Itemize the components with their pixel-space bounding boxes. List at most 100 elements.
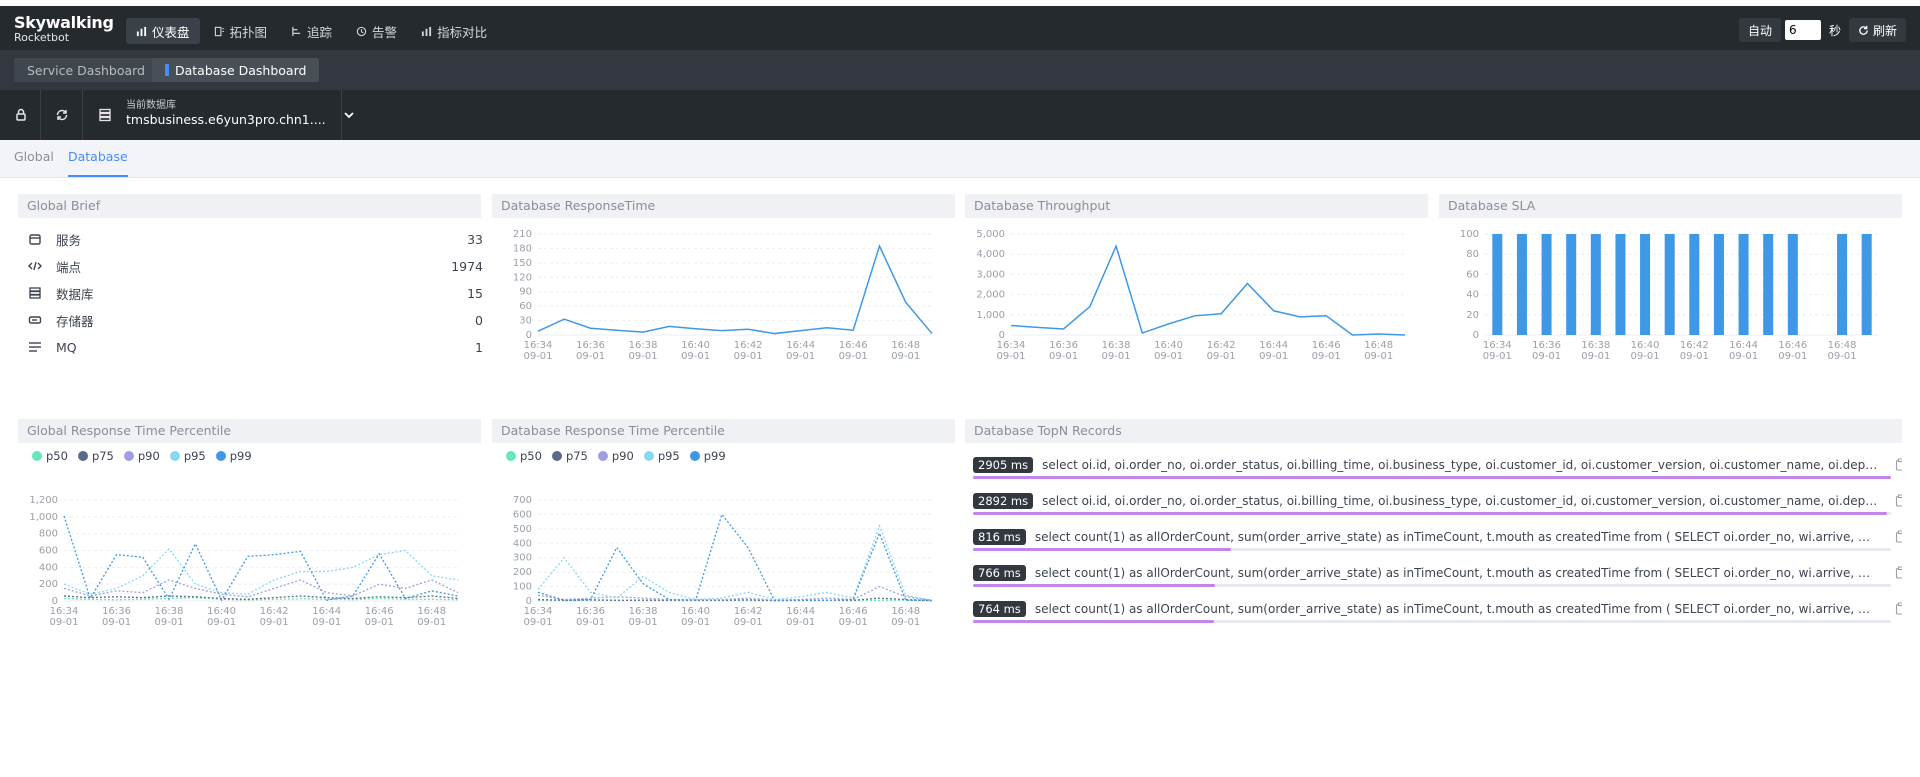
x-tick-date: 09-01 [1631, 351, 1660, 362]
x-tick-date: 09-01 [1207, 351, 1236, 362]
x-tick-date: 09-01 [576, 617, 605, 628]
x-tick-date: 09-01 [1154, 351, 1183, 362]
db-percentile-chart: 010020030040050060070016:3409-0116:3609-… [513, 495, 933, 628]
x-tick-date: 09-01 [1102, 351, 1131, 362]
x-tick-date: 09-01 [576, 351, 605, 362]
divider [40, 90, 41, 140]
topn-progress-bar [973, 476, 1891, 479]
copy-icon[interactable] [1895, 602, 1902, 615]
topn-duration-badge: 2892 ms [973, 493, 1034, 509]
tab-database[interactable]: Database [68, 149, 128, 177]
x-tick-label: 16:42 [1207, 340, 1236, 351]
x-tick-label: 16:40 [1631, 340, 1660, 351]
x-tick-date: 09-01 [207, 617, 236, 628]
topn-progress-bar [973, 548, 1891, 551]
y-tick-label: 600 [39, 546, 58, 557]
x-tick-date: 09-01 [1259, 351, 1288, 362]
service-icon [29, 234, 41, 245]
sla-bar [1590, 234, 1601, 335]
x-tick-label: 16:36 [1049, 340, 1078, 351]
x-tick-date: 09-01 [1483, 351, 1512, 362]
copy-icon[interactable] [1895, 566, 1902, 579]
refresh-controls: 自动 秒 刷新 [1738, 18, 1906, 42]
sla-bar [1615, 234, 1626, 335]
x-tick-label: 16:38 [1102, 340, 1131, 351]
x-tick-label: 16:46 [1778, 340, 1807, 351]
interval-input[interactable] [1784, 20, 1821, 40]
lock-icon[interactable] [13, 107, 29, 123]
sla-bar [1689, 234, 1700, 335]
x-tick-label: 16:36 [576, 340, 605, 351]
sla-bar [1713, 234, 1724, 335]
topn-record[interactable]: 2905 ms select oi.id, oi.order_no, oi.ord… [973, 457, 1902, 483]
current-db-label: 当前数据库 [126, 100, 176, 111]
y-tick-label: 600 [513, 509, 532, 520]
database-icon [29, 287, 41, 299]
database-icon [99, 108, 111, 122]
y-tick-label: 1,000 [976, 310, 1005, 321]
y-tick-label: 60 [1466, 269, 1479, 280]
widget-db-topn: Database TopN Records 2905 ms select oi.i… [965, 419, 1902, 641]
topn-statement: select count(1) as allOrderCount, sum(or… [1034, 602, 1878, 616]
y-tick-label: 400 [39, 562, 58, 573]
series-line-p95 [537, 524, 933, 601]
nav-dashboard[interactable]: 仪表盘 [126, 18, 200, 44]
alarm-icon [356, 26, 367, 36]
series-line-p99 [537, 513, 932, 601]
tab-service-dashboard[interactable]: Service Dashboard [14, 58, 158, 82]
tab-label: Database Dashboard [175, 62, 307, 78]
topn-record[interactable]: 766 ms select count(1) as allOrderCount, … [973, 565, 1902, 591]
topn-duration-badge: 766 ms [973, 565, 1026, 581]
auto-refresh-toggle[interactable]: 自动 [1738, 18, 1781, 42]
tab-global[interactable]: Global [14, 149, 54, 177]
chevron-down-icon [344, 112, 354, 119]
brief-count: 0 [475, 312, 483, 328]
brief-label: 端点 [56, 259, 82, 275]
brief-label: 存储器 [56, 313, 94, 329]
database-selector[interactable]: 当前数据库 tmsbusiness.e6yun3pro.chn1.... [126, 100, 366, 130]
main-nav: 仪表盘 拓扑图 追踪 告警 指标对比 [126, 18, 497, 44]
widget-title: Database SLA [1439, 194, 1902, 218]
compare-icon [421, 26, 432, 36]
x-tick-date: 09-01 [734, 617, 763, 628]
brief-label: MQ [56, 339, 77, 355]
widget-title: Global Response Time Percentile [18, 419, 481, 443]
x-tick-label: 16:40 [681, 340, 710, 351]
y-tick-label: 700 [513, 495, 532, 506]
nav-compare[interactable]: 指标对比 [411, 18, 497, 44]
copy-icon[interactable] [1895, 530, 1902, 543]
x-tick-date: 09-01 [523, 617, 552, 628]
x-tick-date: 09-01 [734, 351, 763, 362]
y-tick-label: 800 [39, 529, 58, 540]
reload-icon[interactable] [54, 107, 70, 123]
widget-db-throughput: Database Throughput 0 1,000 2,000 3,000 4,00… [965, 194, 1428, 408]
y-tick-label: 4,000 [976, 249, 1005, 260]
sla-bar [1763, 234, 1774, 335]
topn-record[interactable]: 816 ms select count(1) as allOrderCount, … [973, 529, 1902, 555]
db-sla-chart: 02040608010016:3409-0116:3609-0116:3809-… [1460, 229, 1879, 362]
topn-statement: select count(1) as allOrderCount, sum(or… [1034, 566, 1878, 580]
x-tick-date: 09-01 [102, 617, 131, 628]
x-tick-date: 09-01 [839, 351, 868, 362]
brief-label: 数据库 [56, 286, 94, 302]
current-db-value: tmsbusiness.e6yun3pro.chn1.... [126, 112, 326, 127]
x-tick-label: 16:48 [891, 340, 920, 351]
nav-trace[interactable]: 追踪 [281, 18, 342, 44]
widget-db-sla: Database SLA 0 20 40 60 80 100 16:34 09-01 16:36… [1439, 194, 1902, 408]
topn-record[interactable]: 764 ms select count(1) as allOrderCount, … [973, 601, 1902, 627]
x-tick-label: 16:46 [839, 340, 868, 351]
x-tick-date: 09-01 [786, 351, 815, 362]
brief-row-service: 服务 33 [28, 229, 483, 249]
refresh-button[interactable]: 刷新 [1848, 18, 1906, 42]
brief-count: 1974 [451, 258, 483, 274]
nav-topology[interactable]: 拓扑图 [204, 18, 278, 44]
widget-title: Database Response Time Percentile [492, 419, 955, 443]
widget-title: Database ResponseTime [492, 194, 955, 218]
copy-icon[interactable] [1895, 458, 1902, 471]
copy-icon[interactable] [1895, 494, 1902, 507]
topn-progress-fill [973, 512, 1887, 515]
nav-alarm[interactable]: 告警 [346, 18, 407, 44]
tab-database-dashboard[interactable]: Database Dashboard [152, 58, 320, 82]
series-line-p90 [537, 585, 933, 601]
topn-record[interactable]: 2892 ms select oi.id, oi.order_no, oi.ord… [973, 493, 1902, 519]
